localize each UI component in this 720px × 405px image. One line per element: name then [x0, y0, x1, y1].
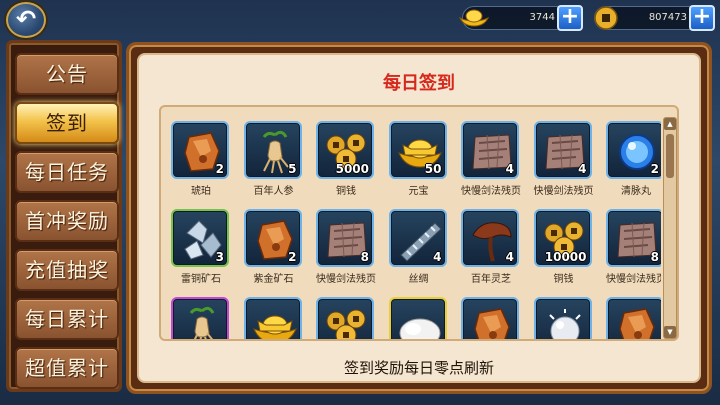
tab-first-recharge[interactable]: 首冲奖励: [15, 200, 119, 242]
reward-name: 快慢剑法残页: [316, 274, 376, 285]
scroll-down-button[interactable]: ▼: [664, 326, 676, 338]
add-coin-button[interactable]: +: [689, 5, 715, 31]
reward-name: 快慢剑法残页: [606, 274, 661, 285]
reward-slot[interactable]: 3: [171, 209, 229, 267]
reward-slot[interactable]: [461, 297, 519, 339]
reward-item[interactable]: [455, 297, 527, 339]
reward-slot[interactable]: 8: [316, 209, 374, 267]
coin-amount: 807473: [648, 12, 687, 23]
reward-name: 快慢剑法残页: [533, 186, 594, 197]
reward-item[interactable]: 8 快慢剑法残页: [600, 209, 661, 305]
reward-item[interactable]: 5 百年人参: [238, 121, 310, 217]
gold-amount: 3744: [529, 12, 555, 23]
reward-count: 3: [215, 250, 224, 264]
scroll-thumb[interactable]: [666, 134, 674, 178]
reward-grid[interactable]: 2 琥珀 5 百年人参 5000 铜钱 50 元宝 4 快慢剑法残页 4 快慢剑法残页 2 清脉丸 3 雷铜矿…: [165, 111, 661, 339]
reward-slot[interactable]: 2: [606, 121, 661, 179]
reward-item[interactable]: 4 百年灵芝: [455, 209, 527, 305]
tab-announcement[interactable]: 公告: [15, 53, 119, 95]
copper-coin-counter: 807473 +: [594, 5, 715, 31]
back-button[interactable]: ↶: [6, 2, 46, 38]
refresh-notice: 签到奖励每日零点刷新: [343, 359, 494, 377]
add-gold-button[interactable]: +: [557, 5, 583, 31]
tab-value-cumulative[interactable]: 超值累计: [15, 347, 119, 389]
reward-item[interactable]: 5000 铜钱: [310, 121, 382, 217]
reward-item[interactable]: [165, 297, 237, 339]
scroll-up-button[interactable]: ▲: [664, 118, 676, 130]
reward-count: 8: [360, 250, 369, 264]
reward-item[interactable]: 2 紫金矿石: [238, 209, 310, 305]
reward-slot[interactable]: 5000: [316, 121, 374, 179]
reward-count: 2: [215, 162, 224, 176]
reward-count: 8: [650, 250, 659, 264]
reward-item[interactable]: [383, 297, 455, 339]
reward-item[interactable]: 2 琥珀: [165, 121, 237, 217]
reward-count: 50: [424, 162, 442, 176]
reward-slot[interactable]: [388, 297, 447, 339]
reward-slot[interactable]: [243, 297, 302, 339]
reward-count: 4: [505, 162, 514, 176]
reward-slot[interactable]: 4: [461, 209, 519, 267]
reward-count: 5: [288, 162, 297, 176]
reward-slot[interactable]: 50: [388, 121, 447, 179]
reward-name: 元宝: [408, 186, 429, 197]
reward-count: 2: [288, 250, 297, 264]
reward-scrollbar[interactable]: ▲ ▼: [663, 117, 677, 339]
reward-slot[interactable]: 8: [606, 209, 661, 267]
reward-count: 2: [650, 162, 659, 176]
reward-slot[interactable]: 4: [388, 209, 447, 267]
reward-count: 10000: [544, 250, 587, 264]
reward-item[interactable]: [310, 297, 382, 339]
reward-item[interactable]: 8 快慢剑法残页: [310, 209, 382, 305]
tab-recharge-lottery[interactable]: 充值抽奖: [15, 249, 119, 291]
reward-item[interactable]: [238, 297, 310, 339]
reward-name: 百年灵芝: [471, 274, 511, 285]
reward-slot[interactable]: [606, 297, 661, 339]
reward-name: 紫金矿石: [253, 274, 294, 285]
gold-ingot-icon: [457, 3, 491, 33]
reward-item[interactable]: 2 清脉丸: [600, 121, 661, 217]
reward-slot[interactable]: [171, 297, 229, 339]
reward-name: 清脉丸: [621, 186, 651, 197]
reward-item[interactable]: 50 元宝: [383, 121, 455, 217]
reward-slot[interactable]: 4: [461, 121, 519, 179]
copper-coin-icon: [589, 3, 623, 33]
reward-slot[interactable]: 5: [243, 121, 302, 179]
tab-daily-cumulative[interactable]: 每日累计: [15, 298, 119, 340]
reward-name: 百年人参: [253, 186, 294, 197]
reward-item[interactable]: 4 快慢剑法残页: [455, 121, 527, 217]
reward-count: 5000: [335, 162, 369, 176]
reward-slot[interactable]: 4: [533, 121, 592, 179]
reward-slot[interactable]: 10000: [533, 209, 592, 267]
event-tab-sidebar: 公告 签到 每日任务 首冲奖励 充值抽奖 每日累计 超值累计: [6, 40, 122, 392]
sign-in-panel-body: 每日签到 2 琥珀 5 百年人参 5000 铜钱 50 元宝 4 快慢剑法残页 4 快慢剑法残页 2 清脉…: [137, 53, 701, 383]
reward-name: 丝绸: [408, 274, 429, 285]
reward-item[interactable]: [528, 297, 600, 339]
reward-count: 4: [433, 250, 442, 264]
reward-slot[interactable]: [316, 297, 374, 339]
reward-item[interactable]: 3 雷铜矿石: [165, 209, 237, 305]
reward-name: 铜钱: [553, 274, 574, 285]
reward-grid-frame: 2 琥珀 5 百年人参 5000 铜钱 50 元宝 4 快慢剑法残页 4 快慢剑法残页 2 清脉丸 3 雷铜矿…: [159, 105, 679, 341]
reward-item[interactable]: [600, 297, 661, 339]
gold-ingot-counter: 3744 +: [458, 5, 583, 31]
reward-slot[interactable]: 2: [243, 209, 302, 267]
panel-title: 每日签到: [383, 73, 455, 94]
reward-name: 快慢剑法残页: [461, 186, 521, 197]
sign-in-panel: 每日签到 2 琥珀 5 百年人参 5000 铜钱 50 元宝 4 快慢剑法残页 4 快慢剑法残页 2 清脉…: [126, 42, 712, 394]
reward-name: 铜钱: [336, 186, 356, 197]
reward-item[interactable]: 4 快慢剑法残页: [528, 121, 600, 217]
tab-sign-in[interactable]: 签到: [15, 102, 119, 144]
reward-item[interactable]: 4 丝绸: [383, 209, 455, 305]
reward-slot[interactable]: 2: [171, 121, 229, 179]
reward-slot[interactable]: [533, 297, 592, 339]
reward-item[interactable]: 10000 铜钱: [528, 209, 600, 305]
reward-count: 4: [578, 162, 587, 176]
back-arrow-icon: ↶: [15, 5, 37, 33]
reward-count: 4: [505, 250, 514, 264]
tab-daily-tasks[interactable]: 每日任务: [15, 151, 119, 193]
